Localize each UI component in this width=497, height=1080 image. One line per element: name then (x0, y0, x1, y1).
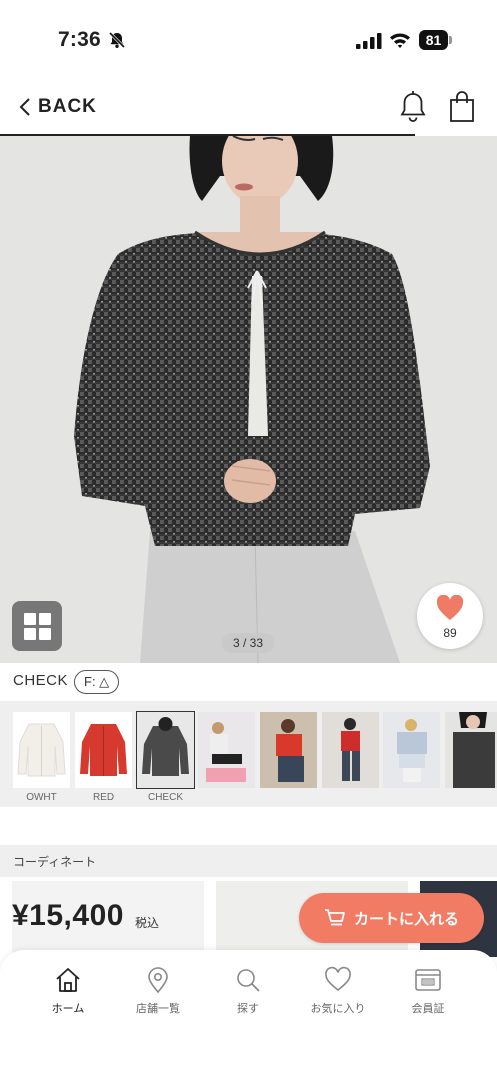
grid-cell (23, 612, 36, 625)
status-bar: 7:36 81 (0, 0, 497, 80)
thumbnail-styling-4[interactable] (383, 712, 440, 788)
home-icon (56, 968, 80, 992)
model-photo (198, 712, 255, 788)
tab-label: お気に入り (310, 1003, 366, 1015)
bottom-tab-bar: ホーム 店舗一覧 探す お気に入り 会員証 (0, 950, 497, 1080)
model-photo (260, 712, 317, 788)
tab-label: 会員証 (411, 1003, 445, 1015)
heart-icon (436, 595, 464, 620)
favorite-count: 89 (443, 626, 457, 640)
battery-level: 81 (419, 30, 448, 50)
thumbnail-styling-3[interactable] (322, 712, 379, 788)
thumbnail-red[interactable] (75, 712, 132, 788)
cardigan-check-image (137, 712, 194, 788)
thumbnail-check[interactable] (136, 711, 195, 789)
product-image-carousel[interactable]: 3 / 33 89 (0, 136, 497, 663)
tab-label: ホーム (51, 1003, 85, 1015)
member-card-icon (415, 969, 441, 991)
cellular-signal-icon (356, 33, 382, 49)
thumbnail-styling-1[interactable] (198, 712, 255, 788)
shopping-bag-icon[interactable] (448, 90, 476, 124)
thumbnail-styling-5[interactable] (445, 712, 497, 788)
cardigan-white-image (13, 712, 70, 788)
color-info-row: CHECK F: △ (0, 663, 497, 701)
status-time: 7:36 (58, 28, 101, 51)
tax-label: 税込 (135, 916, 160, 930)
coordinate-title: コーディネート (13, 855, 97, 869)
tab-search[interactable]: 探す (203, 966, 293, 1016)
fit-badge[interactable]: F: △ (74, 670, 120, 694)
back-button[interactable]: BACK (18, 92, 97, 122)
thumbnail-styling-2[interactable] (260, 712, 317, 788)
thumbnail-label: CHECK (147, 792, 183, 803)
back-label: BACK (38, 96, 97, 117)
grid-cell (38, 627, 51, 640)
top-navigation: BACK (0, 80, 497, 136)
heart-outline-icon (325, 966, 351, 992)
product-price: ¥15,400 (12, 899, 124, 932)
battery-tip (449, 36, 452, 44)
product-photo (0, 136, 497, 663)
search-icon (237, 969, 260, 992)
bell-off-icon (108, 31, 126, 49)
cart-icon (324, 909, 345, 926)
model-photo (322, 712, 379, 788)
notification-bell-icon[interactable] (398, 90, 428, 124)
add-to-cart-button[interactable]: カートに入れる (299, 893, 484, 943)
tab-label: 探す (237, 1003, 259, 1015)
tab-label: 店舗一覧 (136, 1003, 180, 1015)
image-page-counter: 3 / 33 (222, 633, 274, 653)
grid-cell (38, 612, 51, 625)
tab-member-card[interactable]: 会員証 (383, 966, 473, 1016)
selected-color-name: CHECK (13, 672, 69, 689)
tab-home[interactable]: ホーム (23, 966, 113, 1016)
add-to-cart-label: カートに入れる (353, 910, 459, 928)
chevron-left-icon (19, 98, 30, 116)
coordinate-section-header: コーディネート (0, 845, 497, 877)
favorite-button[interactable]: 89 (417, 583, 483, 649)
tab-favorites[interactable]: お気に入り (293, 966, 383, 1016)
thumbnail-label: OWHT (26, 792, 57, 803)
color-thumbnail-strip: OWHT RED CHECK (0, 701, 497, 807)
model-photo (445, 712, 497, 788)
battery-indicator: 81 (419, 30, 453, 50)
model-photo (383, 712, 440, 788)
wifi-icon (390, 33, 410, 48)
grid-view-button[interactable] (12, 601, 62, 651)
tab-stores[interactable]: 店舗一覧 (113, 966, 203, 1016)
grid-cell (23, 627, 36, 640)
thumbnail-label: RED (92, 792, 115, 803)
thumbnail-owht[interactable] (13, 712, 70, 788)
map-pin-icon (148, 967, 168, 994)
cardigan-red-image (75, 712, 132, 788)
